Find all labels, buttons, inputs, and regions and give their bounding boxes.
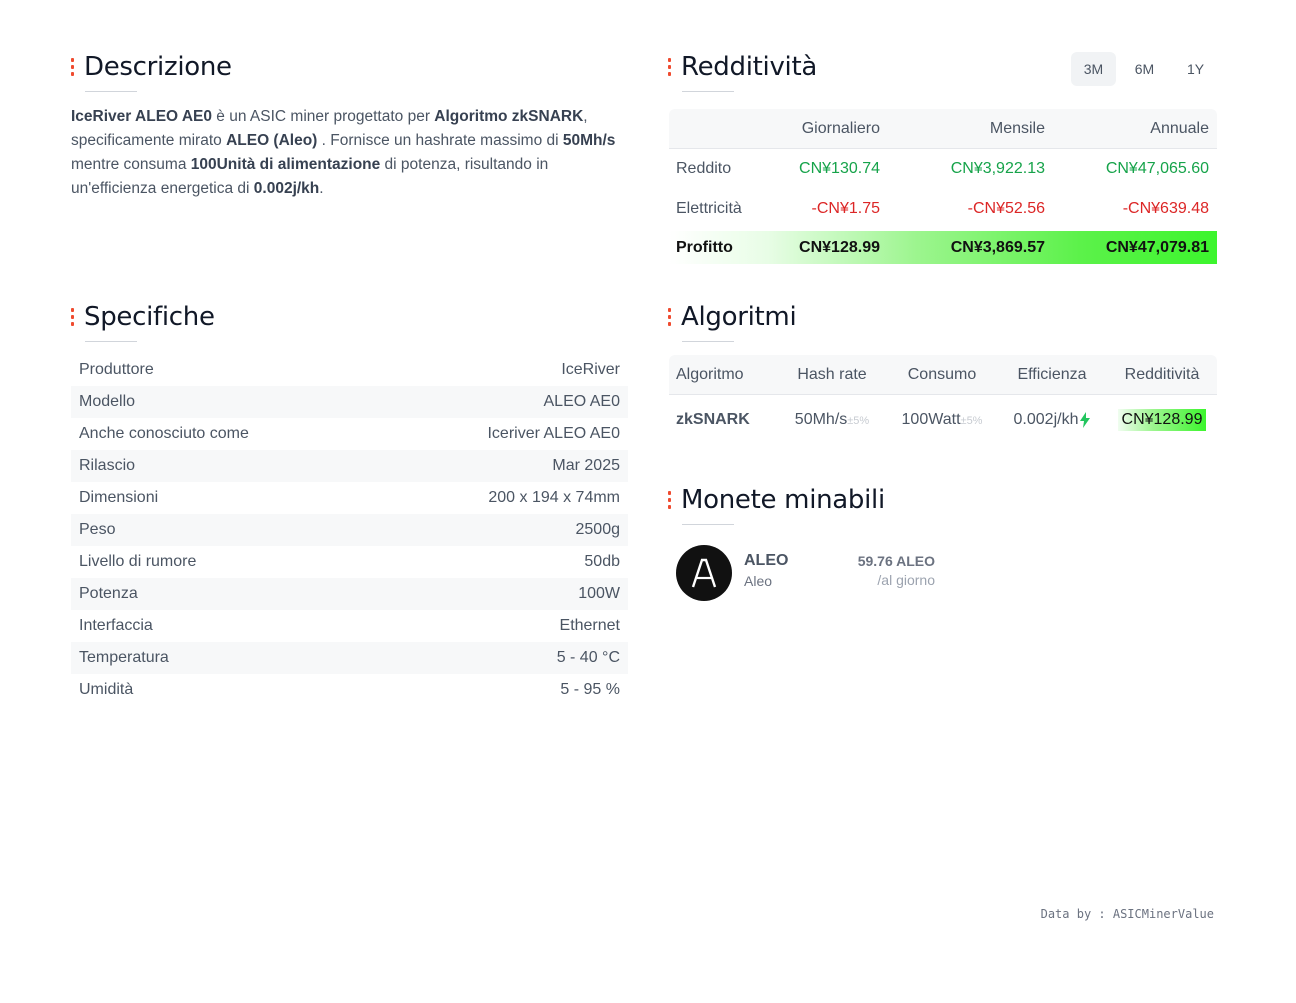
heading-dots-icon bbox=[668, 308, 672, 326]
data-source-footer: Data by : ASICMinerValue bbox=[1040, 907, 1214, 921]
table-row-profit: Profitto CN¥128.99 CN¥3,869.57 CN¥47,079… bbox=[669, 231, 1217, 264]
algorithms-heading: Algoritmi bbox=[668, 302, 797, 342]
specs-title: Specifiche bbox=[84, 302, 215, 332]
specs-table: Produttore IceRiver Modello ALEO AE0 Anche… bbox=[71, 354, 628, 706]
period-tabs: 3M 6M 1Y bbox=[1071, 52, 1218, 86]
aleo-logo-icon bbox=[676, 545, 732, 601]
profitability-table: Giornaliero Mensile Annuale Reddito CN¥1… bbox=[669, 109, 1217, 264]
table-row: Produttore IceRiver bbox=[79, 361, 620, 378]
coin-name: Aleo bbox=[744, 573, 773, 589]
revenue-badge: CN¥128.99 bbox=[1117, 409, 1207, 431]
specs-heading: Specifiche bbox=[71, 302, 215, 342]
header-daily: Giornaliero bbox=[801, 119, 880, 137]
algorithms-title: Algoritmi bbox=[681, 302, 797, 332]
table-row: zkSNARK 50Mh/s±5% 100Watt±5% 0.002j/kh C… bbox=[669, 395, 1217, 445]
profitability-title: Redditività bbox=[681, 52, 817, 82]
tab-3m[interactable]: 3M bbox=[1071, 52, 1116, 86]
header-monthly: Mensile bbox=[989, 119, 1045, 137]
table-row: Dimensioni 200 x 194 x 74mm bbox=[79, 489, 620, 506]
algorithm-link[interactable]: zkSNARK bbox=[669, 411, 777, 429]
table-row: Livello di rumore 50db bbox=[79, 553, 620, 570]
coins-heading: Monete minabili bbox=[668, 485, 885, 525]
table-row: Interfaccia Ethernet bbox=[79, 617, 620, 634]
table-row-revenue: Reddito CN¥130.74 CN¥3,922.13 CN¥47,065.… bbox=[676, 160, 1209, 177]
coin-yield: 59.76 ALEO /al giorno bbox=[857, 553, 935, 588]
heading-dots-icon bbox=[71, 308, 75, 326]
table-row: Rilascio Mar 2025 bbox=[71, 450, 628, 482]
coins-title: Monete minabili bbox=[681, 485, 885, 515]
table-row: Peso 2500g bbox=[71, 514, 628, 546]
lightning-icon bbox=[1080, 411, 1091, 428]
table-header: Algoritmo Hash rate Consumo Efficienza R… bbox=[669, 355, 1217, 395]
table-row: Umidità 5 - 95 % bbox=[79, 681, 620, 698]
tab-6m[interactable]: 6M bbox=[1122, 52, 1167, 86]
coin-symbol: ALEO bbox=[744, 552, 789, 569]
table-header: Giornaliero Mensile Annuale bbox=[669, 109, 1217, 149]
heading-dots-icon bbox=[668, 491, 672, 509]
profitability-heading: Redditività bbox=[668, 52, 817, 92]
algorithms-table: Algoritmo Hash rate Consumo Efficienza R… bbox=[669, 355, 1217, 445]
coin-item-aleo[interactable]: ALEO Aleo bbox=[676, 545, 788, 601]
description-heading: Descrizione bbox=[71, 52, 232, 92]
description-text: IceRiver ALEO AE0 è un ASIC miner proget… bbox=[71, 108, 616, 197]
coin-amount: 59.76 ALEO bbox=[857, 553, 935, 569]
table-row: Anche conosciuto come Iceriver ALEO AE0 bbox=[79, 425, 620, 442]
coin-period: /al giorno bbox=[877, 572, 935, 588]
table-row-electricity: Elettricità -CN¥1.75 -CN¥52.56 -CN¥639.4… bbox=[676, 200, 1209, 217]
heading-dots-icon bbox=[71, 58, 75, 76]
description-title: Descrizione bbox=[84, 52, 232, 82]
header-yearly: Annuale bbox=[1150, 119, 1209, 137]
heading-dots-icon bbox=[668, 58, 672, 76]
tab-1y[interactable]: 1Y bbox=[1173, 52, 1218, 86]
table-row: Modello ALEO AE0 bbox=[71, 386, 628, 418]
table-row: Temperatura 5 - 40 °C bbox=[71, 642, 628, 674]
table-row: Potenza 100W bbox=[71, 578, 628, 610]
